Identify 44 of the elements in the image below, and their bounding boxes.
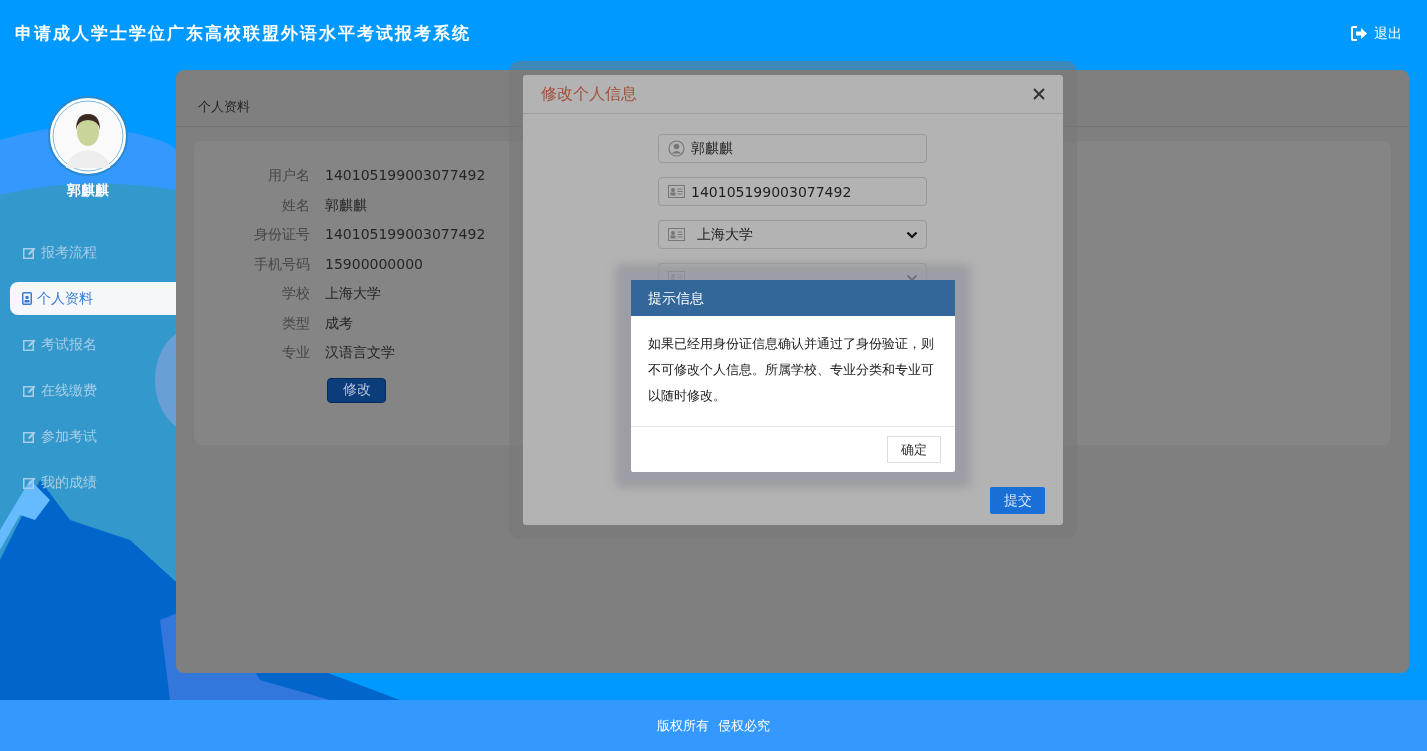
field-value: 140105199003077492 <box>325 225 486 244</box>
edit-button[interactable]: 修改 <box>327 377 386 403</box>
field-label: 类型 <box>281 313 310 333</box>
logout-link[interactable]: 退出 <box>1351 24 1402 43</box>
edit-icon <box>23 476 36 489</box>
id-card-icon <box>668 228 685 241</box>
field-label: 用户名 <box>267 166 310 185</box>
field-value: 汉语言文学 <box>325 343 396 362</box>
user-name: 郭麒麒 <box>67 182 109 200</box>
dialog-title: 修改个人信息 <box>541 83 637 105</box>
input-field[interactable]: 140105199003077492 <box>658 177 927 206</box>
app-title: 申请成人学士学位广东高校联盟外语水平考试报考系统 <box>15 22 471 45</box>
chevron-down-icon <box>906 273 918 282</box>
field-value: 成考 <box>325 313 354 333</box>
field-label: 身份证号 <box>253 225 310 244</box>
field-value: 15900000000 <box>325 254 424 274</box>
user-icon <box>668 140 685 157</box>
badge-icon <box>22 292 32 305</box>
field-text: 140105199003077492 <box>691 183 853 200</box>
logout-icon <box>1351 26 1368 41</box>
edit-icon <box>23 384 36 397</box>
submit-button[interactable]: 提交 <box>990 487 1045 514</box>
field-text: 上海大学 <box>696 225 754 244</box>
copyright-text: 版权所有 侵权必究 <box>657 716 770 735</box>
input-field[interactable]: 郭麒麒 <box>658 134 927 163</box>
edit-icon <box>23 246 36 259</box>
alert-message: 如果已经用身份证信息确认并通过了身份验证，则不可修改个人信息。所属学校、专业分类和专业可以随时修改。 <box>647 335 935 405</box>
field-label: 专业 <box>281 343 310 362</box>
id-card-icon <box>668 185 685 198</box>
menu-item[interactable]: 个人资料 <box>10 282 176 315</box>
field-value: 郭麒麒 <box>325 195 368 215</box>
field-label: 学校 <box>281 284 310 303</box>
alert-title: 提示信息 <box>631 280 955 316</box>
edit-icon <box>23 430 36 443</box>
select-field[interactable]: 上海大学 <box>658 220 927 249</box>
chevron-down-icon <box>906 230 918 239</box>
field-value: 140105199003077492 <box>325 166 486 185</box>
close-icon[interactable] <box>1033 88 1045 100</box>
field-label: 手机号码 <box>253 254 310 274</box>
field-value: 上海大学 <box>325 284 382 303</box>
edit-icon <box>23 338 36 351</box>
field-text: 郭麒麒 <box>691 139 734 158</box>
confirm-button[interactable]: 确定 <box>887 436 941 463</box>
field-label: 姓名 <box>281 195 310 215</box>
